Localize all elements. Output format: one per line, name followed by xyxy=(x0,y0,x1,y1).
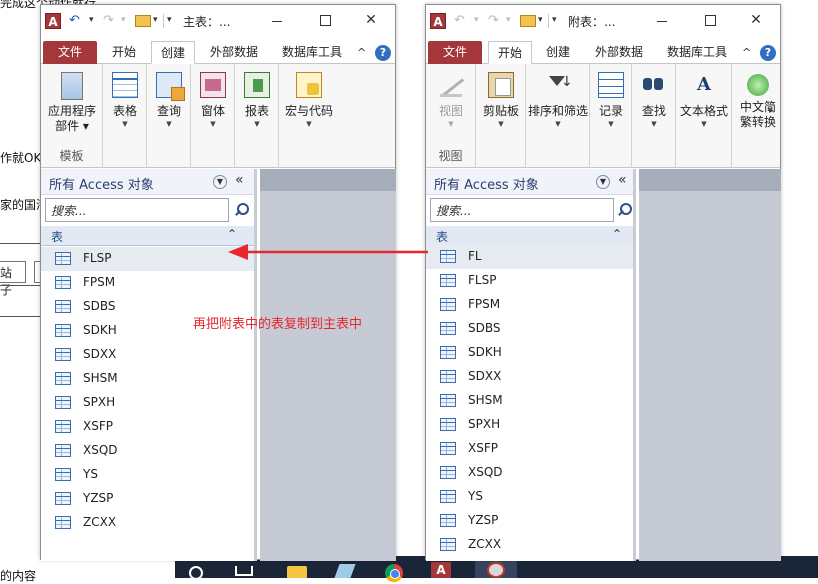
annotation-arrow xyxy=(228,244,428,260)
annotation-text: 再把附表中的表复制到主表中 xyxy=(193,317,363,332)
arrow-head xyxy=(228,244,248,260)
